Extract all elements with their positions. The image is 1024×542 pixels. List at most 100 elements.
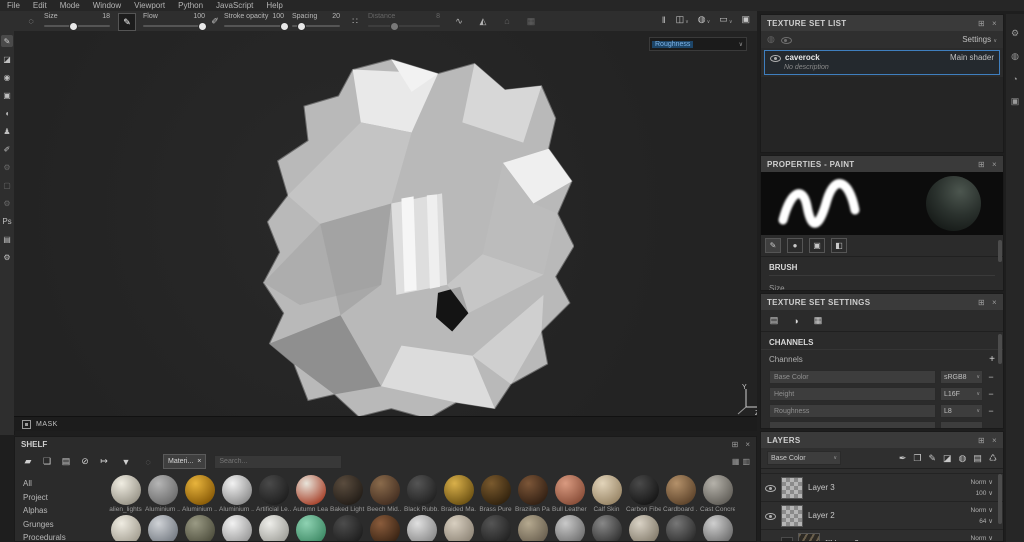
material-sphere[interactable] <box>591 475 622 505</box>
material-sphere[interactable] <box>443 475 474 505</box>
material-sphere[interactable] <box>443 515 474 541</box>
material-sphere[interactable] <box>295 475 326 505</box>
shader-label[interactable]: Main shader <box>950 53 994 62</box>
material-item[interactable]: Aluminium ... <box>218 475 255 513</box>
material-item[interactable] <box>625 515 662 541</box>
tool-button[interactable]: ✐ <box>1 143 13 155</box>
close-icon[interactable]: × <box>992 298 997 307</box>
material-item[interactable]: Carbon Fiber <box>625 475 662 513</box>
channel-selector[interactable]: Roughness ∨ <box>649 37 747 51</box>
properties-tab-icon[interactable]: ✎ <box>765 238 781 253</box>
properties-tab-icon[interactable]: ▣ <box>809 238 825 253</box>
material-item[interactable] <box>292 515 329 541</box>
tool-button[interactable]: ◉ <box>1 71 13 83</box>
shelf-category[interactable]: Procedurals <box>23 533 66 541</box>
properties-tab-icon[interactable]: ● <box>787 238 803 253</box>
remove-channel-button[interactable]: − <box>987 389 995 399</box>
material-sphere[interactable] <box>295 515 326 541</box>
filter-funnel-icon[interactable]: ▼ <box>119 455 133 469</box>
material-sphere[interactable] <box>147 515 178 541</box>
scrollbar[interactable] <box>998 474 1002 524</box>
flow-value[interactable]: 100 <box>193 13 205 20</box>
material-item[interactable] <box>662 515 699 541</box>
material-sphere[interactable] <box>554 475 585 505</box>
flow-slider[interactable] <box>143 22 207 31</box>
toolbar-icon[interactable]: ▦ <box>524 14 538 28</box>
material-item[interactable]: Bull Leather... <box>551 475 588 513</box>
material-sphere[interactable] <box>221 515 252 541</box>
tool-button[interactable]: ♟ <box>1 125 13 137</box>
material-item[interactable]: Autumn Leaf <box>292 475 329 513</box>
material-sphere[interactable] <box>517 515 548 541</box>
material-item[interactable] <box>403 515 440 541</box>
material-item[interactable]: Cardboard ... <box>662 475 699 513</box>
material-item[interactable] <box>588 515 625 541</box>
menu-item[interactable]: Window <box>93 1 121 10</box>
close-icon[interactable]: × <box>992 160 997 169</box>
fill-layer-row[interactable]: ✑ fill layer 2 Norm ∨100 ∨ <box>761 530 1003 541</box>
eye-icon[interactable] <box>780 35 792 44</box>
material-item[interactable]: Aluminium ... <box>144 475 181 513</box>
material-item[interactable] <box>255 515 292 541</box>
material-item[interactable]: Artificial Le... <box>255 475 292 513</box>
shelf-category[interactable]: All <box>23 479 66 488</box>
mask-icon[interactable] <box>22 419 31 429</box>
viewport-control-icon[interactable]: ◍ ∨ <box>698 14 711 25</box>
material-sphere[interactable] <box>554 515 585 541</box>
close-icon[interactable]: × <box>992 19 997 28</box>
material-sphere[interactable] <box>184 515 215 541</box>
layer-opacity[interactable]: 64 ∨ <box>979 517 993 525</box>
fill-layer-thumbnail[interactable] <box>798 532 820 541</box>
material-item[interactable] <box>514 515 551 541</box>
menu-item[interactable]: Help <box>266 1 282 10</box>
layers-action-icon[interactable]: ♺ <box>989 453 997 464</box>
material-item[interactable] <box>477 515 514 541</box>
menu-item[interactable]: Python <box>178 1 203 10</box>
viewport-control-icon[interactable]: ‖ <box>662 15 667 25</box>
spacing-value[interactable]: 20 <box>332 13 340 20</box>
material-sphere[interactable] <box>665 515 696 541</box>
material-item[interactable]: Black Rubb... <box>403 475 440 513</box>
layers-action-icon[interactable]: ▤ <box>973 453 982 464</box>
toolbar-icon[interactable]: ∿ <box>452 14 466 28</box>
layers-action-icon[interactable]: ✒ <box>899 453 907 464</box>
blend-mode[interactable]: Norm ∨ <box>971 506 993 514</box>
material-sphere[interactable] <box>221 475 252 505</box>
layer-opacity[interactable]: 100 ∨ <box>976 489 993 497</box>
material-sphere[interactable] <box>332 475 363 505</box>
eye-icon[interactable] <box>770 53 781 62</box>
grid-large-icon[interactable]: ▦ <box>732 457 740 466</box>
layer-row[interactable]: Layer 3 Norm ∨ 100 ∨ <box>761 474 1003 502</box>
menu-item[interactable]: JavaScript <box>216 1 253 10</box>
layer-thumbnail[interactable] <box>781 504 803 527</box>
material-sphere[interactable] <box>110 515 141 541</box>
size-slider[interactable] <box>44 22 110 31</box>
tool-button[interactable]: ▤ <box>1 233 13 245</box>
material-item[interactable]: Brass Pure <box>477 475 514 513</box>
detach-icon[interactable]: ⊞ <box>978 160 985 169</box>
material-sphere[interactable] <box>480 515 511 541</box>
material-item[interactable] <box>440 515 477 541</box>
menu-item[interactable]: File <box>7 1 20 10</box>
strip-icon[interactable]: ▣ <box>1011 96 1020 107</box>
material-sphere[interactable] <box>628 475 659 505</box>
tool-button[interactable]: ✎ <box>1 35 13 47</box>
layers-action-icon[interactable]: ✎ <box>928 453 936 464</box>
viewport-control-icon[interactable]: ◫ ∨ <box>676 14 689 25</box>
brush-preview-button[interactable]: ✎ <box>118 13 136 31</box>
properties-tab-icon[interactable]: ◧ <box>831 238 847 253</box>
strip-icon[interactable]: ⚙ <box>1011 28 1019 39</box>
viewport-control-icon[interactable]: ▣ <box>741 14 751 25</box>
detach-icon[interactable]: ⊞ <box>978 436 985 445</box>
material-sphere[interactable] <box>480 475 511 505</box>
viewport-control-icon[interactable]: ▭ ∨ <box>719 14 732 25</box>
stroke-opacity-slider[interactable] <box>224 22 290 31</box>
material-item[interactable]: Beech Mid... <box>366 475 403 513</box>
tool-button[interactable]: ◖ <box>1 107 13 119</box>
layers-action-icon[interactable]: ❐ <box>913 453 921 464</box>
layer-visibility-icon[interactable] <box>765 511 776 520</box>
channel-format-select[interactable]: L16F ∨ <box>940 387 983 401</box>
material-item[interactable] <box>218 515 255 541</box>
scrollbar[interactable] <box>998 334 1002 364</box>
material-sphere[interactable] <box>147 475 178 505</box>
